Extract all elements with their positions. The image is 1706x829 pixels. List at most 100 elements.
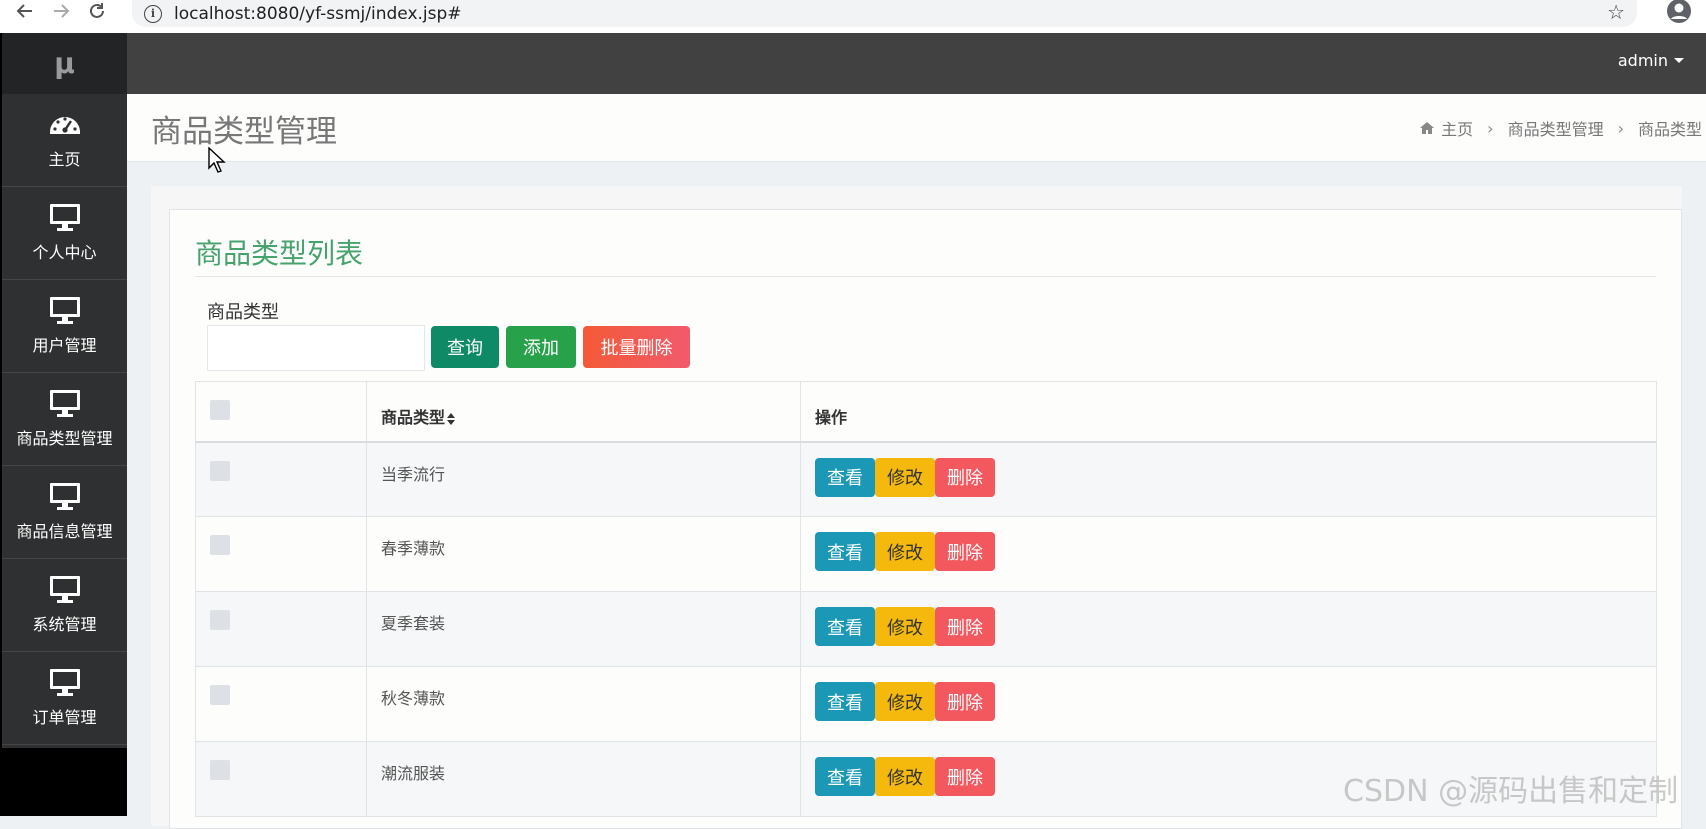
- sidebar-item-system[interactable]: 系统管理: [2, 559, 127, 652]
- delete-button[interactable]: 删除: [935, 457, 995, 497]
- row-name: 夏季套装: [366, 591, 801, 667]
- delete-button[interactable]: 删除: [935, 682, 995, 721]
- select-all-checkbox[interactable]: [210, 400, 230, 420]
- table-header-row: 商品类型 操作: [195, 381, 1657, 442]
- sidebar-item-home[interactable]: 主页: [2, 94, 127, 187]
- view-button[interactable]: 查看: [815, 457, 875, 497]
- row-actions: 查看 修改 删除: [800, 666, 1657, 742]
- header-checkbox-cell: [195, 381, 367, 442]
- view-button[interactable]: 查看: [815, 607, 875, 646]
- edit-button[interactable]: 修改: [875, 757, 935, 796]
- site-info-icon[interactable]: i: [144, 4, 162, 23]
- row-name: 秋冬薄款: [366, 666, 801, 742]
- row-checkbox-cell: [195, 516, 367, 592]
- sidebar-item-label: 个人中心: [32, 243, 97, 262]
- monitor-icon: [49, 204, 80, 231]
- sidebar: μ 主页 个人中心 用户管理 商品类型管理 商品信息管理 系统管理 订单管理: [0, 33, 127, 816]
- watermark: CSDN @源码出售和定制: [1343, 774, 1679, 809]
- query-button[interactable]: 查询: [431, 326, 499, 368]
- sidebar-item-orders[interactable]: 订单管理: [2, 652, 127, 745]
- add-button[interactable]: 添加: [506, 326, 576, 368]
- view-button[interactable]: 查看: [815, 757, 875, 796]
- table-row: 秋冬薄款 查看 修改 删除: [195, 666, 1657, 742]
- row-checkbox[interactable]: [210, 760, 230, 780]
- back-button[interactable]: [12, 0, 38, 24]
- sidebar-menu: μ 主页 个人中心 用户管理 商品类型管理 商品信息管理 系统管理 订单管理: [2, 33, 127, 748]
- username[interactable]: admin: [1618, 51, 1668, 70]
- top-navbar: admin: [127, 33, 1706, 94]
- sidebar-item-users[interactable]: 用户管理: [2, 280, 127, 373]
- edit-button[interactable]: 修改: [875, 532, 935, 571]
- user-menu[interactable]: admin: [1618, 51, 1684, 70]
- row-checkbox-cell: [195, 741, 367, 817]
- row-checkbox-cell: [195, 666, 367, 742]
- list-card: 商品类型列表 商品类型 查询 添加 批量删除 商品类型 操作 当季流行 查看 修…: [169, 209, 1682, 829]
- account-circle-icon[interactable]: [1665, 0, 1693, 26]
- sort-icon[interactable]: [446, 412, 456, 426]
- search-input[interactable]: [207, 325, 425, 371]
- edit-button[interactable]: 修改: [875, 457, 935, 497]
- url-text[interactable]: localhost:8080/yf-ssmj/index.jsp#: [174, 4, 462, 24]
- sidebar-item-label: 主页: [48, 150, 81, 169]
- table-row: 春季薄款 查看 修改 删除: [195, 516, 1657, 592]
- row-actions: 查看 修改 删除: [800, 516, 1657, 592]
- delete-button[interactable]: 删除: [935, 607, 995, 646]
- chevron-right-icon: ›: [1617, 118, 1624, 138]
- sidebar-item-label: 用户管理: [32, 336, 97, 355]
- dashboard-gauge-icon: [49, 117, 80, 134]
- edit-button[interactable]: 修改: [875, 607, 935, 646]
- row-checkbox-cell: [195, 441, 367, 517]
- view-button[interactable]: 查看: [815, 682, 875, 721]
- app-logo[interactable]: μ: [2, 33, 127, 94]
- breadcrumb-home[interactable]: 主页: [1441, 116, 1473, 140]
- home-icon: [1420, 122, 1435, 134]
- arrow-left-icon: [16, 4, 32, 18]
- breadcrumb-current: 商品类型: [1637, 120, 1702, 139]
- table-row: 夏季套装 查看 修改 删除: [195, 591, 1657, 667]
- reload-icon: [90, 3, 104, 18]
- delete-button[interactable]: 删除: [935, 532, 995, 571]
- row-checkbox[interactable]: [210, 460, 230, 481]
- sidebar-item-label: 商品信息管理: [16, 522, 113, 541]
- search-label: 商品类型: [207, 302, 279, 323]
- chevron-right-icon: ›: [1487, 118, 1494, 138]
- row-checkbox[interactable]: [210, 685, 230, 705]
- mouse-pointer-icon: [208, 147, 226, 173]
- header-actions: 操作: [800, 381, 1657, 442]
- bookmark-star-icon[interactable]: ☆: [1607, 0, 1625, 24]
- sidebar-item-product-types[interactable]: 商品类型管理: [2, 373, 127, 466]
- sidebar-item-product-info[interactable]: 商品信息管理: [2, 466, 127, 559]
- monitor-icon: [49, 483, 80, 510]
- table-row: 当季流行 查看 修改 删除: [195, 441, 1657, 517]
- page-header: 商品类型管理 主页 › 商品类型管理 › 商品类型: [127, 94, 1706, 162]
- header-product-type[interactable]: 商品类型: [366, 381, 801, 442]
- sidebar-item-label: 订单管理: [32, 708, 97, 727]
- browser-toolbar: i localhost:8080/yf-ssmj/index.jsp# ☆: [0, 0, 1706, 33]
- product-type-table: 商品类型 操作 当季流行 查看 修改 删除 春季薄款 查看 修改 删除 夏季套装…: [195, 381, 1657, 817]
- header-label: 商品类型: [381, 408, 446, 427]
- sidebar-item-profile[interactable]: 个人中心: [2, 187, 127, 280]
- view-button[interactable]: 查看: [815, 532, 875, 571]
- caret-down-icon: [1674, 58, 1684, 63]
- breadcrumb-section[interactable]: 商品类型管理: [1508, 116, 1604, 140]
- monitor-icon: [49, 390, 80, 417]
- row-name: 当季流行: [366, 441, 801, 517]
- row-actions: 查看 修改 删除: [800, 441, 1657, 517]
- monitor-icon: [49, 576, 80, 603]
- sidebar-item-label: 商品类型管理: [16, 429, 113, 448]
- delete-button[interactable]: 删除: [935, 757, 995, 796]
- batch-delete-button[interactable]: 批量删除: [583, 326, 690, 368]
- monitor-icon: [49, 669, 80, 696]
- address-bar[interactable]: i localhost:8080/yf-ssmj/index.jsp# ☆: [132, 0, 1637, 27]
- reload-button[interactable]: [84, 0, 110, 24]
- row-checkbox[interactable]: [210, 535, 230, 555]
- row-name: 春季薄款: [366, 516, 801, 592]
- divider: [195, 276, 1656, 277]
- row-checkbox[interactable]: [210, 610, 230, 630]
- edit-button[interactable]: 修改: [875, 682, 935, 721]
- forward-button[interactable]: [48, 0, 74, 24]
- page-title: 商品类型管理: [151, 114, 337, 150]
- row-actions: 查看 修改 删除: [800, 591, 1657, 667]
- row-checkbox-cell: [195, 591, 367, 667]
- arrow-right-icon: [54, 4, 70, 18]
